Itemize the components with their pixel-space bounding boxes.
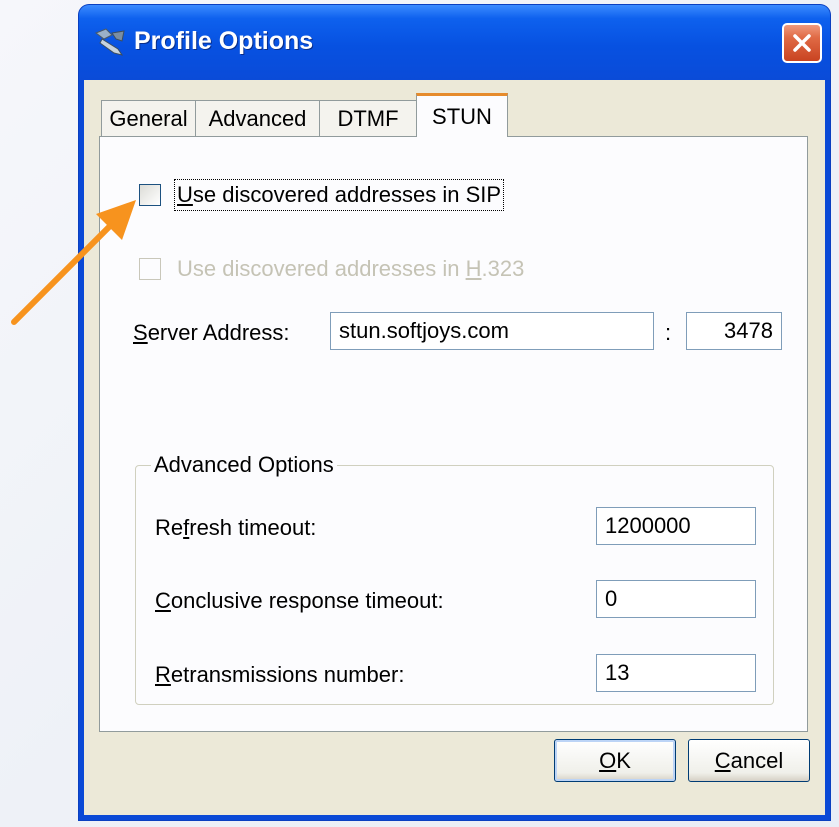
use-h323-label: Use discovered addresses in H.323	[177, 256, 525, 281]
close-button[interactable]	[782, 23, 822, 63]
close-icon	[793, 34, 811, 52]
use-h323-checkbox[interactable]	[139, 258, 161, 280]
conclusive-timeout-input[interactable]: 0	[596, 580, 756, 618]
cancel-button-label: Cancel	[714, 747, 784, 773]
retransmissions-label: Retransmissions number:	[155, 662, 405, 687]
advanced-options-group: Advanced Options Refresh timeout: 120000…	[135, 452, 774, 705]
conclusive-timeout-value: 0	[605, 586, 618, 611]
use-sip-checkbox[interactable]	[139, 184, 161, 206]
dialog-client-area: General Advanced DTMF STUN Use discovere…	[84, 80, 825, 815]
cancel-button[interactable]: Cancel	[688, 739, 810, 782]
refresh-timeout-label: Refresh timeout:	[155, 515, 317, 540]
use-sip-option[interactable]: Use discovered addresses in SIP	[139, 179, 505, 211]
retransmissions-value: 13	[605, 660, 630, 685]
refresh-timeout-value: 1200000	[605, 513, 691, 538]
refresh-timeout-input[interactable]: 1200000	[596, 507, 756, 545]
retransmissions-input[interactable]: 13	[596, 654, 756, 692]
advanced-options-title: Advanced Options	[151, 452, 337, 478]
server-address-input[interactable]: stun.softjoys.com	[330, 312, 654, 350]
title-bar[interactable]: Profile Options	[79, 5, 830, 80]
ok-button[interactable]: OK	[554, 739, 676, 782]
tab-stun-label: STUN	[432, 103, 492, 129]
tab-dtmf-label: DTMF	[337, 105, 399, 131]
tab-general[interactable]: General	[101, 100, 196, 136]
stun-tab-panel: Use discovered addresses in SIP Use disc…	[99, 136, 808, 732]
server-address-label: Server Address:	[133, 320, 290, 345]
server-port-input[interactable]: 3478	[686, 312, 782, 350]
tab-stun[interactable]: STUN	[416, 93, 508, 137]
tab-general-label: General	[109, 105, 188, 131]
use-sip-label[interactable]: Use discovered addresses in SIP	[173, 179, 505, 211]
tab-advanced[interactable]: Advanced	[195, 100, 320, 136]
app-icon	[94, 28, 125, 56]
use-h323-option[interactable]: Use discovered addresses in H.323	[139, 256, 524, 282]
server-address-value: stun.softjoys.com	[339, 318, 509, 343]
tab-dtmf[interactable]: DTMF	[319, 100, 417, 136]
profile-options-window: Profile Options General Advanced DTMF ST…	[79, 5, 830, 820]
port-separator: :	[665, 320, 672, 345]
tab-advanced-label: Advanced	[208, 105, 307, 131]
ok-button-label: OK	[599, 747, 631, 773]
conclusive-timeout-label: Conclusive response timeout:	[155, 588, 444, 613]
server-port-value: 3478	[724, 318, 773, 343]
window-title: Profile Options	[134, 27, 314, 55]
